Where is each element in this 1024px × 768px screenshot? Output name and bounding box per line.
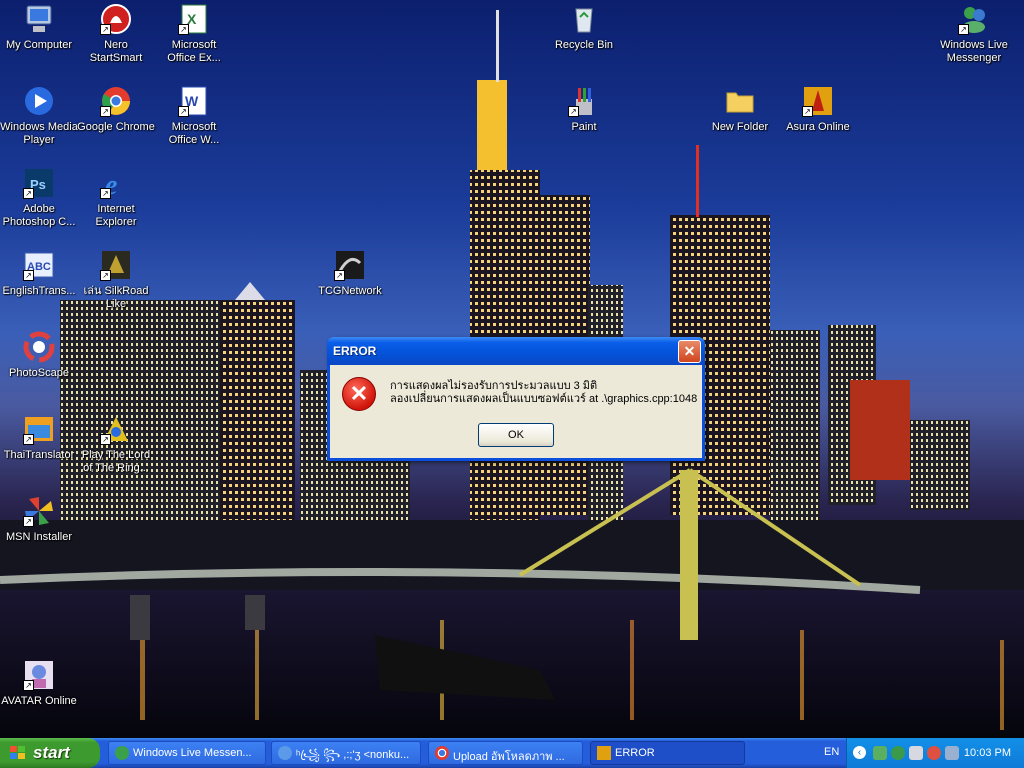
word-icon: W ↗ — [178, 85, 210, 117]
dialog-title: ERROR — [333, 344, 377, 358]
shortcut-arrow-icon: ↗ — [23, 680, 34, 691]
desktop-icon-my-computer[interactable]: My Computer — [0, 3, 78, 52]
desktop-icon-windows-media-player[interactable]: Windows Media Player — [0, 85, 78, 147]
desktop-icon-recycle-bin[interactable]: Recycle Bin — [545, 3, 623, 52]
shortcut-arrow-icon: ↗ — [178, 24, 189, 35]
error-icon: ✕ — [342, 377, 376, 411]
clock[interactable]: 10:03 PM — [964, 747, 1011, 759]
recycle-bin-icon — [568, 3, 600, 35]
taskbar-button-chrome[interactable]: Upload อัพโหลดภาพ ... — [428, 741, 583, 765]
desktop-icon-photoshop[interactable]: Ps ↗ Adobe Photoshop C... — [0, 167, 78, 229]
tcg-icon: ↗ — [334, 249, 366, 281]
computer-icon — [23, 3, 55, 35]
desktop-icon-internet-explorer[interactable]: e ↗ Internet Explorer — [77, 167, 155, 229]
shortcut-arrow-icon: ↗ — [100, 434, 111, 445]
desktop-icon-asura-online[interactable]: ↗ Asura Online — [779, 85, 857, 134]
desktop-icon-word[interactable]: W ↗ Microsoft Office W... — [155, 85, 233, 147]
desktop[interactable]: My Computer ↗ Nero StartSmart X ↗ Micros… — [0, 0, 1024, 738]
excel-icon: X ↗ — [178, 3, 210, 35]
desktop-icon-paint[interactable]: ↗ Paint — [545, 85, 623, 134]
dialog-titlebar[interactable]: ERROR ✕ — [327, 337, 705, 365]
network-icon[interactable] — [873, 746, 887, 760]
ok-button[interactable]: OK — [478, 423, 554, 447]
display-icon[interactable] — [945, 746, 959, 760]
paint-icon: ↗ — [568, 85, 600, 117]
shortcut-arrow-icon: ↗ — [23, 434, 34, 445]
avatar-icon: ↗ — [23, 659, 55, 691]
media-player-icon — [23, 85, 55, 117]
shortcut-arrow-icon: ↗ — [568, 106, 579, 117]
msn-icon: ↗ — [23, 495, 55, 527]
show-hidden-icons-chevron-icon[interactable]: ‹ — [853, 746, 866, 759]
security-icon[interactable] — [927, 746, 941, 760]
lotr-icon: ↗ — [100, 413, 132, 445]
ie-icon: e ↗ — [100, 167, 132, 201]
shortcut-arrow-icon: ↗ — [958, 24, 969, 35]
shortcut-arrow-icon: ↗ — [178, 106, 189, 117]
nero-icon: ↗ — [100, 3, 132, 35]
desktop-icon-silkroad[interactable]: ↗ เล่น SilkRoad Like — [77, 249, 155, 311]
desktop-icon-lord-of-the-ring[interactable]: ↗ Play The Lord of The Ring... — [77, 413, 155, 475]
abc-icon: ABC ↗ — [23, 249, 55, 281]
shortcut-arrow-icon: ↗ — [23, 188, 34, 199]
close-button[interactable]: ✕ — [678, 340, 701, 363]
messenger-tray-icon[interactable] — [891, 746, 905, 760]
desktop-icon-windows-live-messenger[interactable]: ↗ Windows Live Messenger — [935, 3, 1013, 65]
desktop-icon-new-folder[interactable]: New Folder — [701, 85, 779, 134]
language-indicator[interactable]: EN — [824, 746, 839, 758]
error-message: การแสดงผลไม่รองรับการประมวลแบบ 3 มิติ ลอ… — [390, 380, 697, 406]
shortcut-arrow-icon: ↗ — [100, 106, 111, 117]
app-icon — [597, 746, 611, 760]
start-label: start — [33, 743, 70, 762]
photoshop-icon: Ps ↗ — [23, 167, 55, 199]
thaitranslator-icon: ↗ — [23, 413, 55, 445]
silkroad-icon: ↗ — [100, 249, 132, 281]
photoscape-icon — [23, 331, 55, 363]
system-tray: ‹ 10:03 PM — [846, 738, 1024, 768]
desktop-icon-tcgnetwork[interactable]: ↗ TCGNetwork — [311, 249, 389, 298]
taskbar: start Windows Live Messen... ʰ꧁ꦿ ꧂ ,:;'ʒ… — [0, 738, 1024, 768]
folder-icon — [724, 85, 756, 117]
shortcut-arrow-icon: ↗ — [334, 270, 345, 281]
chrome-icon — [435, 746, 449, 760]
error-message-line2: ลองเปลี่ยนการแสดงผลเป็นแบบซอฟต์แวร์ at .… — [390, 393, 698, 405]
error-message-line1: การแสดงผลไม่รองรับการประมวลแบบ 3 มิติ — [390, 380, 598, 392]
desktop-icon-englishtrans[interactable]: ABC ↗ EnglishTrans... — [0, 249, 78, 298]
shortcut-arrow-icon: ↗ — [100, 188, 111, 199]
messenger-icon — [115, 746, 129, 760]
windows-flag-icon — [10, 746, 25, 759]
dialog-body: ✕ การแสดงผลไม่รองรับการประมวลแบบ 3 มิติ … — [330, 365, 702, 458]
error-dialog: ERROR ✕ ✕ การแสดงผลไม่รองรับการประมวลแบบ… — [327, 337, 705, 461]
shortcut-arrow-icon: ↗ — [802, 106, 813, 117]
msn-chat-icon — [278, 746, 292, 760]
messenger-icon: ↗ — [958, 3, 990, 35]
desktop-icon-google-chrome[interactable]: ↗ Google Chrome — [77, 85, 155, 134]
volume-icon[interactable] — [909, 746, 923, 760]
shortcut-arrow-icon: ↗ — [23, 516, 34, 527]
shortcut-arrow-icon: ↗ — [100, 270, 111, 281]
shortcut-arrow-icon: ↗ — [100, 24, 111, 35]
desktop-icon-excel[interactable]: X ↗ Microsoft Office Ex... — [155, 3, 233, 65]
taskbar-button-msn-chat[interactable]: ʰ꧁ꦿ ꧂ ,:;'ʒ <nonku... — [271, 741, 421, 765]
taskbar-button-messenger[interactable]: Windows Live Messen... — [108, 741, 266, 765]
taskbar-button-error[interactable]: ERROR — [590, 741, 745, 765]
desktop-icon-thaitranslator[interactable]: ↗ ThaiTranslator — [0, 413, 78, 462]
desktop-icon-nero[interactable]: ↗ Nero StartSmart — [77, 3, 155, 65]
asura-icon: ↗ — [802, 85, 834, 117]
start-button[interactable]: start — [0, 738, 100, 768]
chrome-icon: ↗ — [100, 85, 132, 117]
desktop-icon-photoscape[interactable]: PhotoScape — [0, 331, 78, 380]
shortcut-arrow-icon: ↗ — [23, 270, 34, 281]
desktop-icon-avatar-online[interactable]: ↗ AVATAR Online — [0, 659, 78, 708]
desktop-icon-msn-installer[interactable]: ↗ MSN Installer — [0, 495, 78, 544]
